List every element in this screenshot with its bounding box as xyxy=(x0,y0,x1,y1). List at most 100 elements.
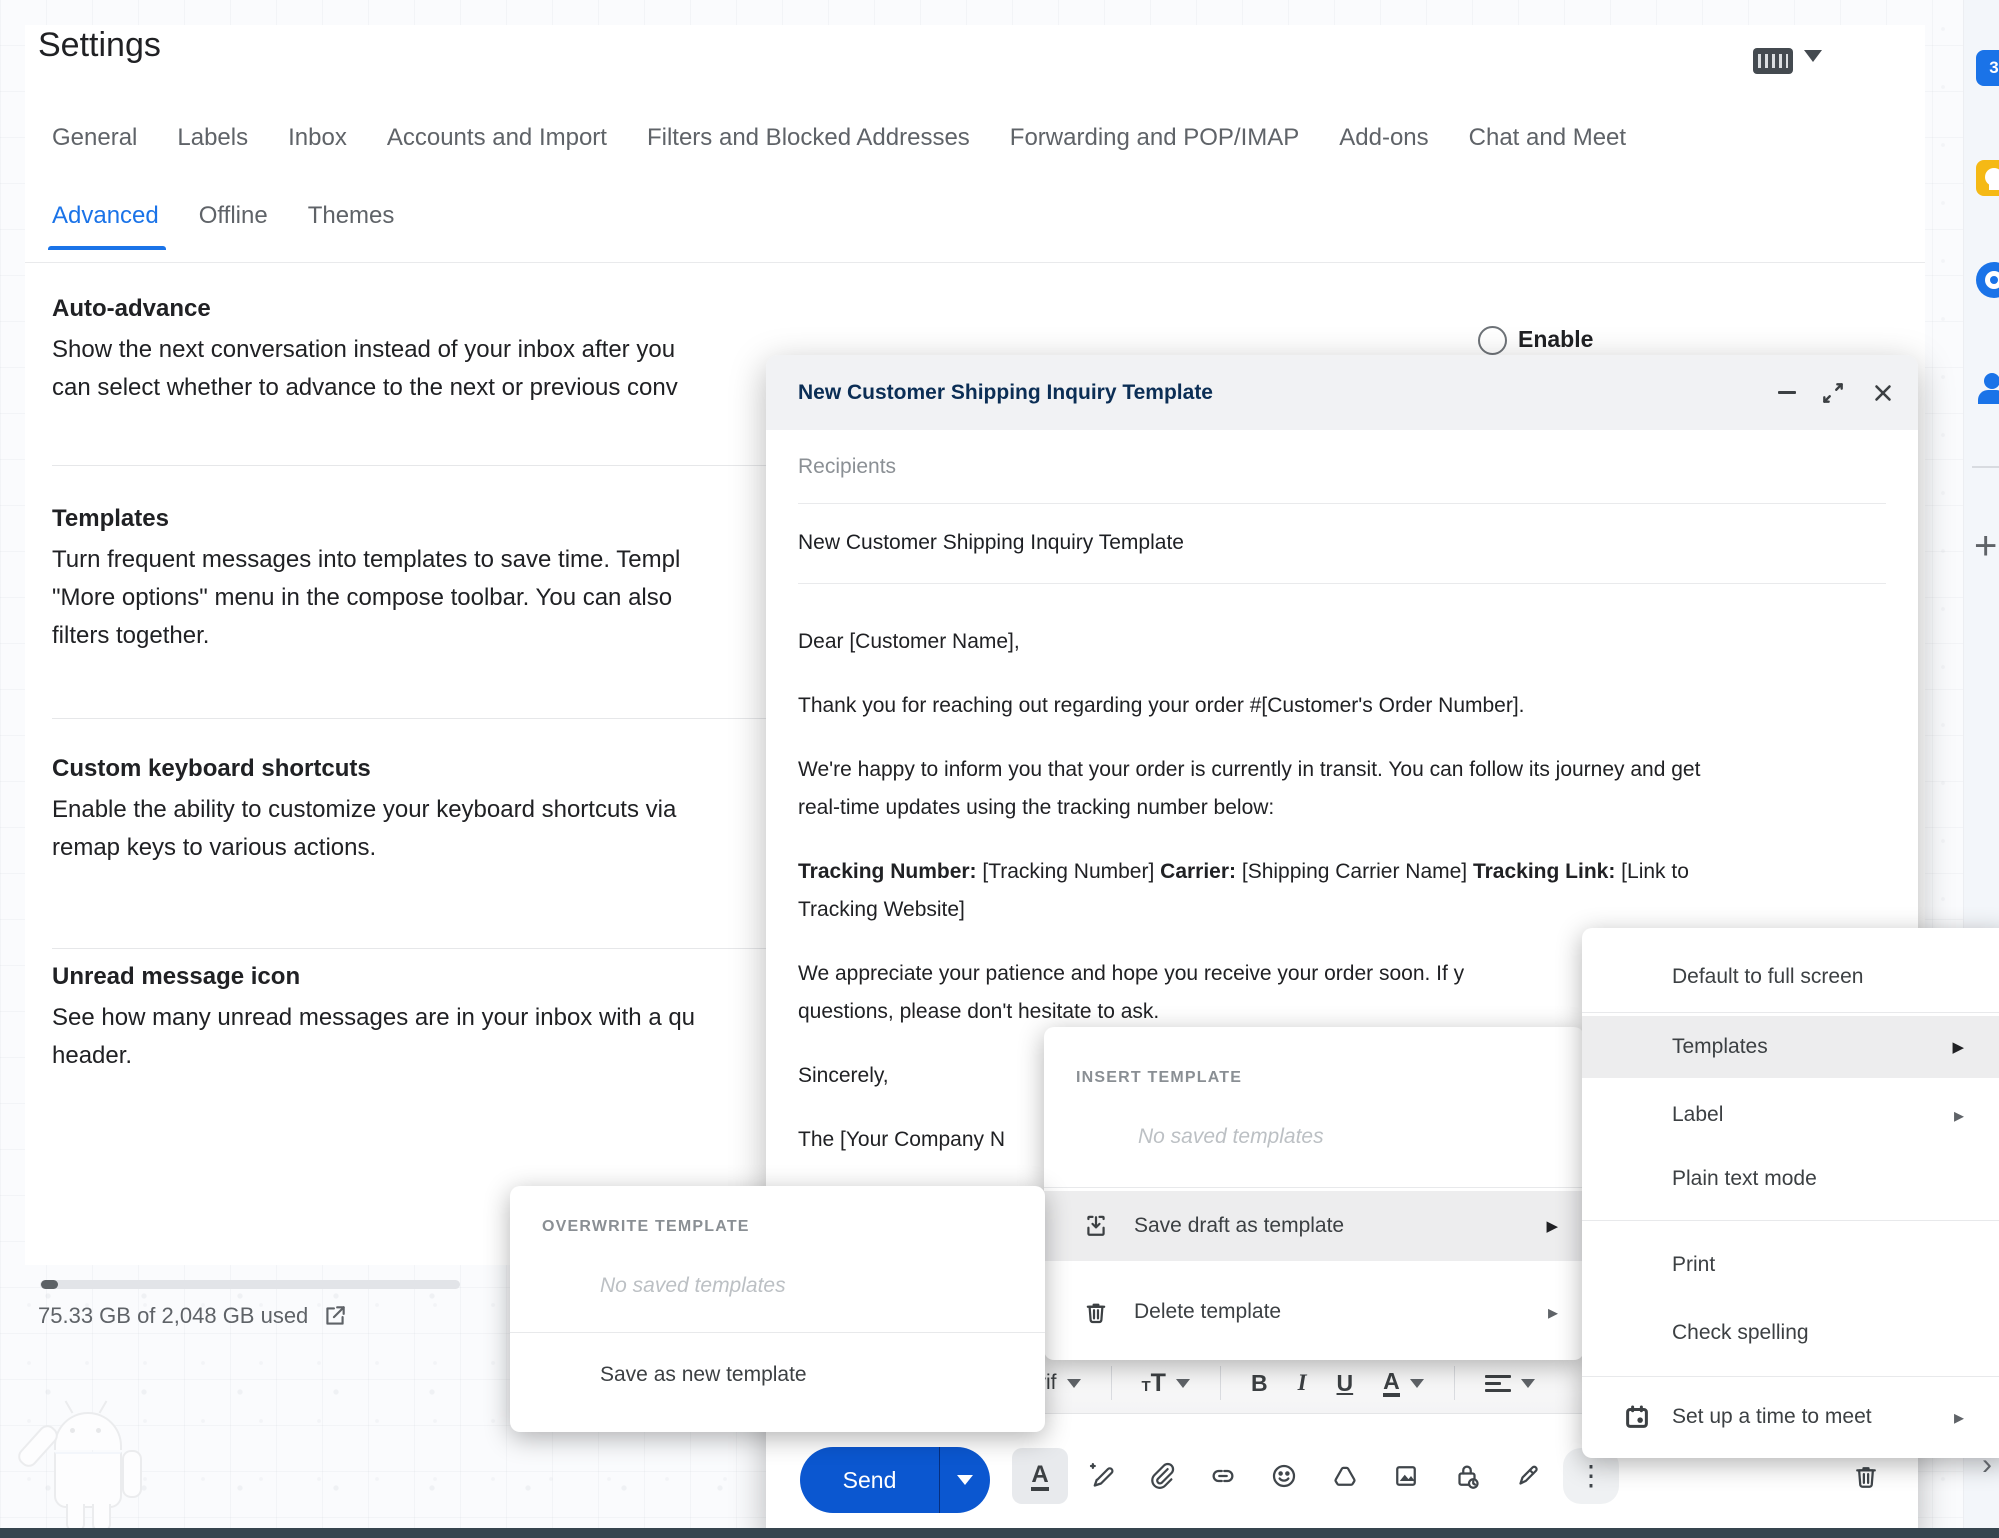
gmail-settings-screen: Settings General Labels Inbox Accounts a… xyxy=(0,0,1999,1538)
save-as-new-template-item[interactable]: Save as new template xyxy=(510,1336,1045,1414)
toolbar-separator xyxy=(1111,1366,1112,1400)
tracking-link-label: Tracking Link: xyxy=(1473,860,1615,883)
recipients-field[interactable]: Recipients xyxy=(798,430,1886,504)
close-icon[interactable] xyxy=(1870,380,1896,406)
calendar-icon[interactable]: 3 xyxy=(1976,50,1999,86)
minimize-icon[interactable] xyxy=(1778,391,1796,394)
magic-pen-icon xyxy=(1086,1461,1116,1491)
formatting-options-button[interactable]: A xyxy=(1012,1448,1068,1504)
tab-add-ons[interactable]: Add-ons xyxy=(1339,124,1428,152)
insert-from-drive-button[interactable] xyxy=(1317,1448,1373,1504)
insert-template-menu: INSERT TEMPLATE No saved templates Save … xyxy=(1044,1027,1584,1360)
subject-field[interactable]: New Customer Shipping Inquiry Template xyxy=(798,503,1886,584)
bold-button[interactable]: B xyxy=(1251,1370,1268,1397)
confidential-mode-button[interactable] xyxy=(1439,1448,1495,1504)
send-options-button[interactable] xyxy=(940,1475,990,1485)
android-head xyxy=(54,1412,122,1450)
submenu-arrow-icon: ▶ xyxy=(1546,1217,1558,1235)
chevron-right-icon[interactable]: › xyxy=(1982,1448,1992,1482)
set-up-time-to-meet-label: Set up a time to meet xyxy=(1672,1405,1954,1429)
set-up-time-to-meet-item[interactable]: Set up a time to meet ▸ xyxy=(1582,1386,1999,1448)
contacts-body xyxy=(1978,390,1999,404)
tab-forwarding-and-pop-imap[interactable]: Forwarding and POP/IMAP xyxy=(1010,124,1299,152)
align-left-icon xyxy=(1485,1371,1511,1396)
default-to-full-screen-item[interactable]: Default to full screen xyxy=(1582,946,1999,1008)
label-item[interactable]: Label ▸ xyxy=(1582,1084,1999,1146)
tab-inbox[interactable]: Inbox xyxy=(288,124,347,152)
insert-emoji-button[interactable] xyxy=(1256,1448,1312,1504)
lock-clock-icon xyxy=(1452,1461,1482,1491)
formatting-a-icon: A xyxy=(1031,1462,1048,1491)
tab-advanced[interactable]: Advanced xyxy=(52,202,159,230)
side-panel-divider xyxy=(1972,466,1999,468)
insert-signature-button[interactable] xyxy=(1500,1448,1556,1504)
plain-text-mode-item[interactable]: Plain text mode xyxy=(1582,1148,1999,1210)
insert-template-header: INSERT TEMPLATE xyxy=(1076,1069,1242,1087)
tab-labels[interactable]: Labels xyxy=(177,124,248,152)
enable-radio[interactable] xyxy=(1478,326,1507,355)
align-button[interactable] xyxy=(1485,1371,1535,1396)
font-family-select[interactable]: rif xyxy=(1039,1371,1081,1395)
unread-icon-heading: Unread message icon xyxy=(52,963,300,991)
more-vertical-icon: ⋮ xyxy=(1577,1463,1605,1489)
recipients-placeholder: Recipients xyxy=(798,455,896,479)
text-color-button[interactable]: A xyxy=(1383,1369,1424,1397)
open-in-new-icon[interactable] xyxy=(322,1303,348,1329)
chevron-down-icon xyxy=(1067,1379,1081,1388)
insert-template-empty: No saved templates xyxy=(1138,1125,1324,1149)
underline-button[interactable]: U xyxy=(1337,1370,1354,1397)
carrier-label: Carrier: xyxy=(1160,860,1236,883)
custom-shortcuts-heading: Custom keyboard shortcuts xyxy=(52,755,371,783)
toolbar-separator xyxy=(1220,1366,1221,1400)
tracking-number-label: Tracking Number: xyxy=(798,860,977,883)
contacts-icon[interactable] xyxy=(1976,371,1999,407)
plain-text-mode-label: Plain text mode xyxy=(1672,1167,1999,1191)
input-method-keyboard-icon[interactable] xyxy=(1753,48,1793,74)
send-button[interactable]: Send xyxy=(800,1467,939,1494)
tab-general[interactable]: General xyxy=(52,124,137,152)
input-method-dropdown-caret-icon[interactable] xyxy=(1804,50,1822,62)
keep-icon[interactable] xyxy=(1976,160,1999,196)
pen-icon xyxy=(1513,1461,1543,1491)
get-add-ons-plus-icon[interactable]: + xyxy=(1974,524,1997,569)
tab-accounts-and-import[interactable]: Accounts and Import xyxy=(387,124,607,152)
compose-header[interactable]: New Customer Shipping Inquiry Template xyxy=(766,355,1918,430)
label-label: Label xyxy=(1672,1103,1954,1127)
overwrite-template-header: OVERWRITE TEMPLATE xyxy=(542,1218,750,1236)
carrier-value: [Shipping Carrier Name] xyxy=(1236,860,1473,883)
tab-themes[interactable]: Themes xyxy=(308,202,395,230)
storage-progress-fill xyxy=(41,1280,58,1289)
body-line: We're happy to inform you that your orde… xyxy=(798,758,1700,781)
keep-bulb-base xyxy=(1989,184,1999,190)
size-glyph-small: T xyxy=(1142,1378,1151,1395)
toolbar-separator xyxy=(1454,1366,1455,1400)
templates-item[interactable]: Templates ▶ xyxy=(1582,1016,1999,1078)
open-in-full-icon[interactable] xyxy=(1820,380,1846,406)
submenu-arrow-icon: ▸ xyxy=(1954,1405,1964,1430)
android-arm xyxy=(122,1450,142,1498)
attach-file-button[interactable] xyxy=(1134,1448,1190,1504)
submenu-arrow-icon: ▸ xyxy=(1954,1103,1964,1128)
tab-offline[interactable]: Offline xyxy=(199,202,268,230)
save-draft-as-template-item[interactable]: Save draft as template ▶ xyxy=(1044,1191,1584,1261)
templates-label: Templates xyxy=(1672,1035,1952,1059)
help-me-write-button[interactable] xyxy=(1073,1448,1129,1504)
print-item[interactable]: Print xyxy=(1582,1234,1999,1296)
italic-button[interactable]: I xyxy=(1298,1370,1307,1396)
check-spelling-item[interactable]: Check spelling xyxy=(1582,1302,1999,1364)
templates-desc-line1: Turn frequent messages into templates to… xyxy=(52,541,680,579)
templates-desc-line2: "More options" menu in the compose toolb… xyxy=(52,579,672,617)
insert-photo-button[interactable] xyxy=(1378,1448,1434,1504)
drive-icon xyxy=(1330,1461,1360,1491)
tab-chat-and-meet[interactable]: Chat and Meet xyxy=(1469,124,1626,152)
chevron-down-icon xyxy=(1176,1379,1190,1388)
body-paragraph: Thank you for reaching out regarding you… xyxy=(798,687,1886,725)
menu-divider xyxy=(1582,1376,1999,1377)
tab-filters-and-blocked-addresses[interactable]: Filters and Blocked Addresses xyxy=(647,124,970,152)
font-size-select[interactable]: T T xyxy=(1142,1369,1190,1398)
delete-template-item[interactable]: Delete template ▸ xyxy=(1044,1277,1584,1347)
overwrite-template-menu: OVERWRITE TEMPLATE No saved templates Sa… xyxy=(510,1186,1045,1432)
android-body xyxy=(54,1452,122,1508)
templates-desc-line3: filters together. xyxy=(52,617,209,655)
insert-link-button[interactable] xyxy=(1195,1448,1251,1504)
